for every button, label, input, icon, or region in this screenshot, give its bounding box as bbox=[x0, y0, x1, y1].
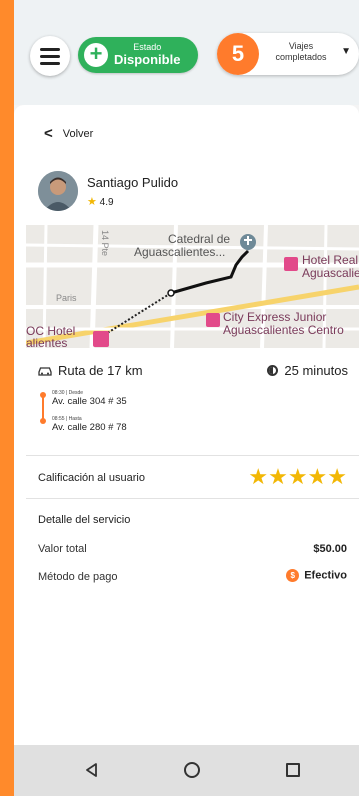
back-label: Volver bbox=[62, 127, 94, 140]
trips-label: Viajes completados bbox=[269, 41, 333, 63]
origin-stop: 08:30 | Desde Av. calle 304 # 35 bbox=[52, 390, 127, 407]
route-stops: 08:30 | Desde Av. calle 304 # 35 08:55 |… bbox=[38, 387, 198, 447]
route-duration: 25 minutos bbox=[267, 363, 348, 378]
back-button[interactable]: < Volver bbox=[44, 125, 93, 142]
map-label-city-express-2: Aguascalientes Centro bbox=[223, 323, 344, 337]
menu-icon-line bbox=[40, 47, 60, 51]
trips-label-line1: Viajes bbox=[288, 41, 314, 51]
nav-home-icon[interactable] bbox=[184, 762, 200, 778]
rating-value: 4.9 bbox=[99, 197, 114, 208]
status-toggle-button[interactable]: + Estado Disponible bbox=[78, 37, 198, 73]
map-label-cathedral-2: Aguascalientes... bbox=[134, 245, 225, 259]
star-icon: ★ bbox=[87, 196, 97, 208]
status-value: Disponible bbox=[114, 51, 181, 67]
status-text: Estado Disponible bbox=[114, 42, 181, 67]
total-value: $50.00 bbox=[313, 543, 347, 555]
route-map[interactable]: Catedral de Aguascalientes... Hotel Real… bbox=[26, 225, 359, 348]
divider bbox=[26, 498, 359, 499]
divider bbox=[26, 455, 359, 456]
map-label-street-paris: Paris bbox=[56, 293, 77, 303]
map-label-street-pte: 14 Pte bbox=[100, 230, 110, 256]
user-name: Santiago Pulido bbox=[87, 175, 179, 190]
car-icon bbox=[38, 366, 52, 376]
android-nav-bar bbox=[14, 745, 359, 796]
user-rating: ★ 4.9 bbox=[87, 195, 114, 208]
menu-icon-line bbox=[40, 61, 60, 65]
service-detail-title: Detalle del servicio bbox=[38, 514, 131, 526]
total-label: Valor total bbox=[38, 543, 87, 555]
destination-stop: 08:55 | Hasta Av. calle 280 # 78 bbox=[52, 416, 127, 433]
payment-method-label: Método de pago bbox=[38, 571, 118, 583]
service-detail-card: < Volver Santiago Pulido ★ 4.9 Catedral … bbox=[14, 105, 359, 745]
completed-trips-dropdown[interactable]: 5 Viajes completados ▼ bbox=[217, 33, 359, 75]
map-label-city-express: City Express Junior bbox=[223, 310, 326, 324]
nav-back-icon[interactable] bbox=[84, 762, 100, 778]
route-duration-text: 25 minutos bbox=[284, 363, 348, 378]
menu-icon-line bbox=[40, 54, 60, 58]
avatar bbox=[38, 171, 78, 211]
plus-icon: + bbox=[84, 43, 108, 67]
payment-method-value: $ Efectivo bbox=[286, 569, 347, 582]
payment-method-text: Efectivo bbox=[304, 569, 347, 582]
chevron-left-icon: < bbox=[44, 125, 53, 142]
nav-recents-icon[interactable] bbox=[286, 763, 300, 777]
clock-icon bbox=[267, 365, 279, 376]
top-bar: + Estado Disponible 5 Viajes completados… bbox=[14, 0, 359, 105]
route-distance: Ruta de 17 km bbox=[38, 363, 143, 378]
trips-label-line2: completados bbox=[275, 51, 327, 62]
phone-screen: + Estado Disponible 5 Viajes completados… bbox=[14, 0, 359, 796]
map-label-cathedral: Catedral de bbox=[168, 232, 230, 246]
map-label-hotel-left-2: alientes bbox=[26, 336, 67, 348]
cash-icon: $ bbox=[286, 569, 300, 582]
destination-dot-icon bbox=[40, 418, 46, 424]
menu-button[interactable] bbox=[30, 36, 70, 76]
trips-count-badge: 5 bbox=[217, 33, 259, 75]
map-label-hotel-real-2: Aguascalie bbox=[302, 266, 359, 280]
chevron-down-icon: ▼ bbox=[341, 46, 351, 57]
destination-address: Av. calle 280 # 78 bbox=[52, 422, 127, 433]
user-rating-stars[interactable]: ★★★★★ bbox=[248, 464, 347, 490]
route-distance-text: Ruta de 17 km bbox=[58, 363, 143, 378]
origin-address: Av. calle 304 # 35 bbox=[52, 396, 127, 407]
timeline-line bbox=[42, 397, 44, 419]
map-label-hotel-real: Hotel Real bbox=[302, 253, 358, 267]
user-rating-label: Calificación al usuario bbox=[38, 472, 145, 484]
